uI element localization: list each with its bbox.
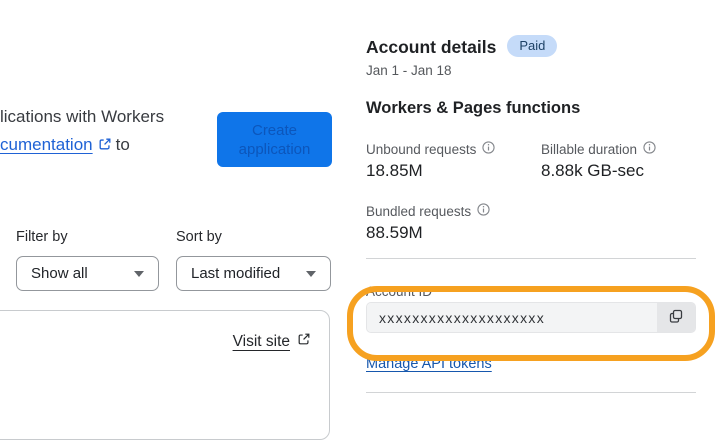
copy-icon [668,308,684,327]
stat-label: Unbound requests [366,141,477,157]
date-range: Jan 1 - Jan 18 [366,63,452,78]
caret-down-icon [306,270,316,277]
functions-section-title: Workers & Pages functions [366,99,581,117]
documentation-link[interactable]: cumentation [0,135,93,154]
paid-plan-badge: Paid [507,35,558,57]
visit-site-link[interactable]: Visit site [233,332,311,351]
info-icon[interactable] [643,141,656,157]
copy-button[interactable] [657,303,695,332]
external-link-icon [297,332,311,351]
filter-dropdown[interactable]: Show all [16,256,159,291]
account-id-field-group [366,302,696,333]
sort-dropdown-value: Last modified [191,265,281,282]
account-details-title: Account details [366,36,497,57]
intro-line1: lications with Workers [0,107,165,126]
account-id-input[interactable] [367,303,657,332]
account-details-panel: Account details Paid Jan 1 - Jan 18 Work… [366,35,696,393]
sort-by-label: Sort by [176,229,222,245]
stat-billable-duration: Billable duration 8.88k GB-sec [541,141,696,181]
project-card: Visit site [0,310,330,440]
caret-down-icon [134,270,144,277]
manage-api-tokens-link[interactable]: Manage API tokens [366,356,492,372]
stat-label: Billable duration [541,141,638,157]
sort-dropdown[interactable]: Last modified [176,256,331,291]
account-id-label: Account ID [366,284,433,299]
intro-suffix: to [115,135,130,154]
external-link-icon [98,132,112,160]
stat-unbound-requests: Unbound requests 18.85M [366,141,541,181]
filter-dropdown-value: Show all [31,265,88,282]
stat-label: Bundled requests [366,203,472,219]
info-icon[interactable] [477,203,490,219]
info-icon[interactable] [482,141,495,157]
intro-line2: cumentation to [0,131,218,160]
intro-text: lications with Workers cumentation to [0,103,218,160]
stat-value: 88.59M [366,223,423,242]
divider [366,392,696,393]
visit-site-label: Visit site [232,332,290,350]
stat-value: 18.85M [366,161,423,180]
create-application-button[interactable]: Create application [217,112,332,167]
stat-bundled-requests: Bundled requests 88.59M [366,203,541,243]
workers-pages-dashboard: { "left": { "intro_line1": "lications wi… [0,0,718,440]
usage-stats: Unbound requests 18.85M Billable duratio… [366,141,696,243]
filter-by-label: Filter by [16,229,68,245]
stat-value: 8.88k GB-sec [541,161,644,180]
divider [366,258,696,259]
